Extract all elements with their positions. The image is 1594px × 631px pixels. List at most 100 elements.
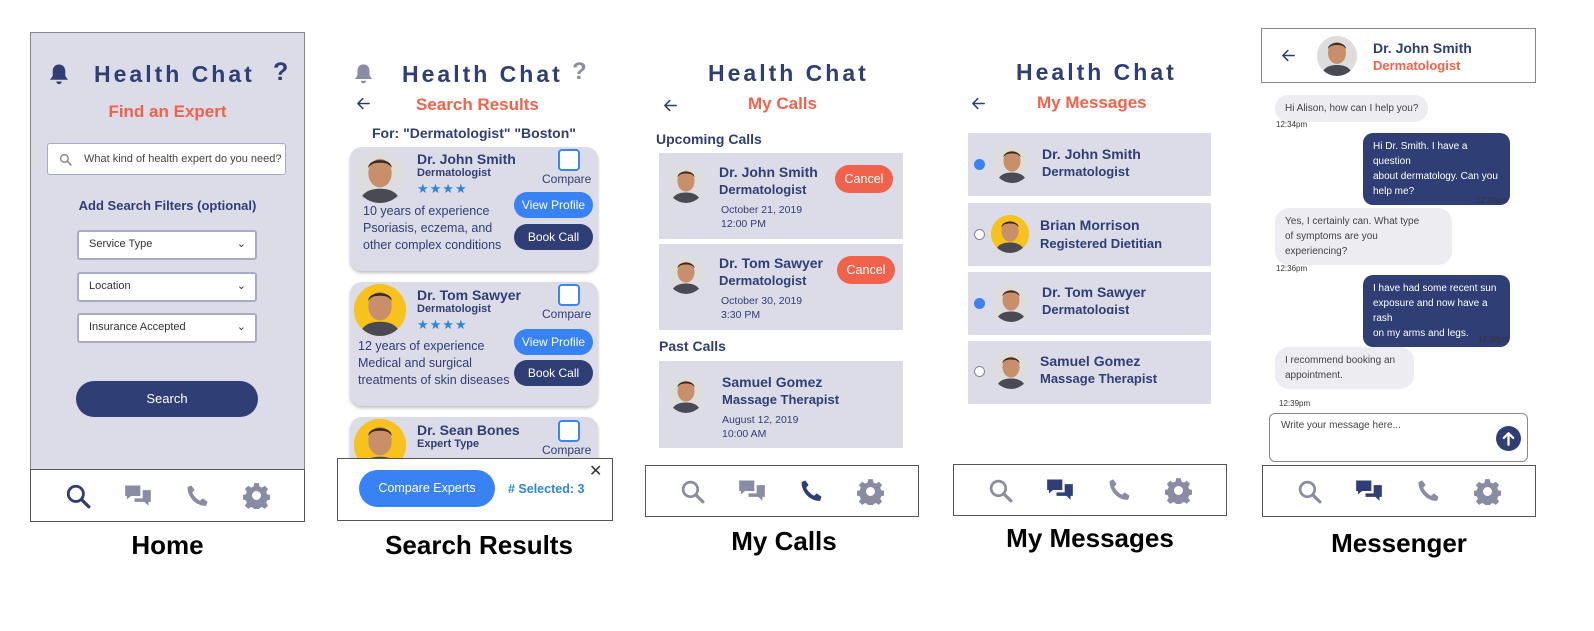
- search-icon[interactable]: [988, 478, 1013, 503]
- search-icon[interactable]: [1297, 479, 1322, 504]
- location-label: Location: [89, 280, 131, 292]
- gear-icon[interactable]: [1165, 477, 1192, 504]
- search-placeholder: What kind of health expert do you need?: [84, 153, 282, 165]
- app-title: Health Chat: [94, 61, 255, 87]
- upcoming-call-card[interactable]: Dr. Tom Sawyer Dermatologist October 30,…: [659, 244, 903, 330]
- message-thread[interactable]: Dr. Tom Sawyer Dermatologist: [968, 272, 1211, 335]
- past-call-card[interactable]: Samuel Gomez Massage Therapist August 12…: [659, 361, 903, 448]
- message-timestamp: 12:36pm: [1276, 264, 1308, 273]
- message-line: I have had some recent sun: [1373, 283, 1497, 294]
- result-card[interactable]: Dr. Sean Bones Expert Type Compare: [350, 417, 598, 459]
- message-line: Hi Alison, how can I help you?: [1285, 103, 1419, 114]
- cancel-call-button[interactable]: Cancel: [835, 165, 893, 193]
- call-time: 12:00 PM: [721, 218, 766, 230]
- service-type-label: Service Type: [89, 238, 153, 250]
- contact-role: Registered Dietitian: [1040, 236, 1163, 251]
- message-input[interactable]: Write your message here...: [1269, 413, 1528, 462]
- avatar: [354, 284, 406, 336]
- search-button[interactable]: Search: [76, 381, 258, 417]
- cancel-call-button[interactable]: Cancel: [837, 256, 895, 284]
- bell-icon[interactable]: [352, 62, 375, 85]
- insurance-label: Insurance Accepted: [89, 321, 186, 333]
- desc-line: Psoriasis, eczema, and: [363, 221, 493, 235]
- selected-count: # Selected: 3: [508, 482, 585, 496]
- message-thread[interactable]: Samuel Gomez Massage Therapist: [968, 341, 1211, 404]
- avatar: [993, 145, 1031, 183]
- call-time: 10:00 AM: [722, 428, 767, 440]
- message-line: I recommend booking an: [1285, 355, 1396, 366]
- contact-role: Dermatologist: [1042, 164, 1130, 179]
- result-card[interactable]: Dr. John Smith Dermatologist ★★★★ Compar…: [350, 147, 598, 271]
- help-icon[interactable]: ?: [273, 58, 288, 87]
- bottom-nav: [645, 465, 919, 517]
- message-timestamp: 12:35pm: [1476, 196, 1508, 205]
- message-bubble-received: Hi Alison, how can I help you?: [1275, 95, 1429, 122]
- search-icon[interactable]: [65, 483, 91, 509]
- search-icon[interactable]: [680, 479, 705, 504]
- view-profile-button[interactable]: View Profile: [514, 329, 593, 355]
- phone-icon[interactable]: [1106, 477, 1132, 503]
- expert-name: Dr. John Smith: [719, 164, 818, 180]
- read-indicator: [974, 366, 985, 377]
- gear-icon[interactable]: [243, 482, 270, 509]
- expert-name: Dr. Tom Sawyer: [719, 255, 824, 271]
- expert-name: Dr. Tom Sawyer: [417, 287, 522, 303]
- view-profile-button[interactable]: View Profile: [514, 192, 593, 218]
- message-line: about dermatology. Can you: [1373, 171, 1498, 182]
- insurance-dropdown[interactable]: Insurance Accepted ⌄: [77, 313, 257, 343]
- result-card[interactable]: Dr. Tom Sawyer Dermatologist ★★★★ Compar…: [350, 282, 598, 406]
- message-thread[interactable]: Brian Morrison Registered Dietitian: [968, 203, 1211, 266]
- message-timestamp: 12:39pm: [1279, 399, 1311, 408]
- compare-experts-button[interactable]: Compare Experts: [359, 470, 495, 507]
- compare-checkbox[interactable]: [558, 149, 580, 171]
- compare-label: Compare: [542, 443, 592, 457]
- call-time: 3:30 PM: [721, 309, 761, 321]
- message-line: Hi Dr. Smith. I have a question: [1373, 141, 1468, 167]
- message-input-placeholder: Write your message here...: [1281, 420, 1401, 431]
- messenger-header: Dr. John Smith Dermatologist: [1261, 28, 1536, 83]
- back-arrow-icon[interactable]: [1280, 47, 1297, 64]
- bell-icon[interactable]: [47, 62, 71, 86]
- query-summary: For: "Dermatologist" "Boston": [372, 125, 576, 141]
- desc-line: other complex conditions: [363, 238, 502, 252]
- contact-name: Dr. John Smith: [1042, 146, 1141, 162]
- rating-stars: ★★★★: [417, 317, 468, 332]
- chat-icon[interactable]: [124, 482, 152, 510]
- gear-icon[interactable]: [857, 478, 884, 505]
- back-arrow-icon[interactable]: [662, 97, 679, 114]
- upcoming-call-card[interactable]: Dr. John Smith Dermatologist October 21,…: [659, 153, 903, 239]
- send-icon[interactable]: [1496, 426, 1521, 451]
- phone-icon[interactable]: [1415, 478, 1441, 504]
- unread-indicator: [974, 298, 985, 309]
- location-dropdown[interactable]: Location ⌄: [77, 272, 257, 302]
- search-input[interactable]: What kind of health expert do you need?: [47, 143, 286, 175]
- chat-icon[interactable]: [738, 477, 766, 505]
- back-arrow-icon[interactable]: [970, 95, 987, 112]
- call-date: October 21, 2019: [721, 204, 803, 216]
- expert-name: Dr. Sean Bones: [417, 422, 520, 438]
- compare-checkbox[interactable]: [558, 284, 580, 306]
- back-arrow-icon[interactable]: [355, 95, 372, 112]
- chevron-down-icon: ⌄: [236, 321, 246, 333]
- close-icon[interactable]: ✕: [589, 461, 602, 481]
- gear-icon[interactable]: [1474, 478, 1501, 505]
- phone-icon[interactable]: [184, 483, 210, 509]
- message-thread[interactable]: Dr. John Smith Dermatologist: [968, 133, 1211, 196]
- compare-checkbox[interactable]: [558, 420, 580, 442]
- chat-icon[interactable]: [1046, 476, 1074, 504]
- contact-role: Massage Therapist: [1040, 371, 1158, 386]
- help-icon[interactable]: ?: [572, 58, 587, 86]
- contact-role: Dermatologist: [1042, 302, 1130, 314]
- chevron-down-icon: ⌄: [236, 238, 246, 250]
- service-type-dropdown[interactable]: Service Type ⌄: [77, 230, 257, 260]
- caption-messenger: Messenger: [1331, 528, 1467, 558]
- book-call-button[interactable]: Book Call: [514, 360, 593, 386]
- chat-icon[interactable]: [1355, 477, 1383, 505]
- avatar: [991, 215, 1029, 253]
- search-icon: [59, 153, 72, 166]
- book-call-button[interactable]: Book Call: [514, 224, 593, 250]
- contact-name: Brian Morrison: [1040, 217, 1140, 233]
- app-title: Health Chat: [1016, 59, 1177, 85]
- avatar: [992, 351, 1030, 389]
- phone-icon[interactable]: [798, 478, 824, 504]
